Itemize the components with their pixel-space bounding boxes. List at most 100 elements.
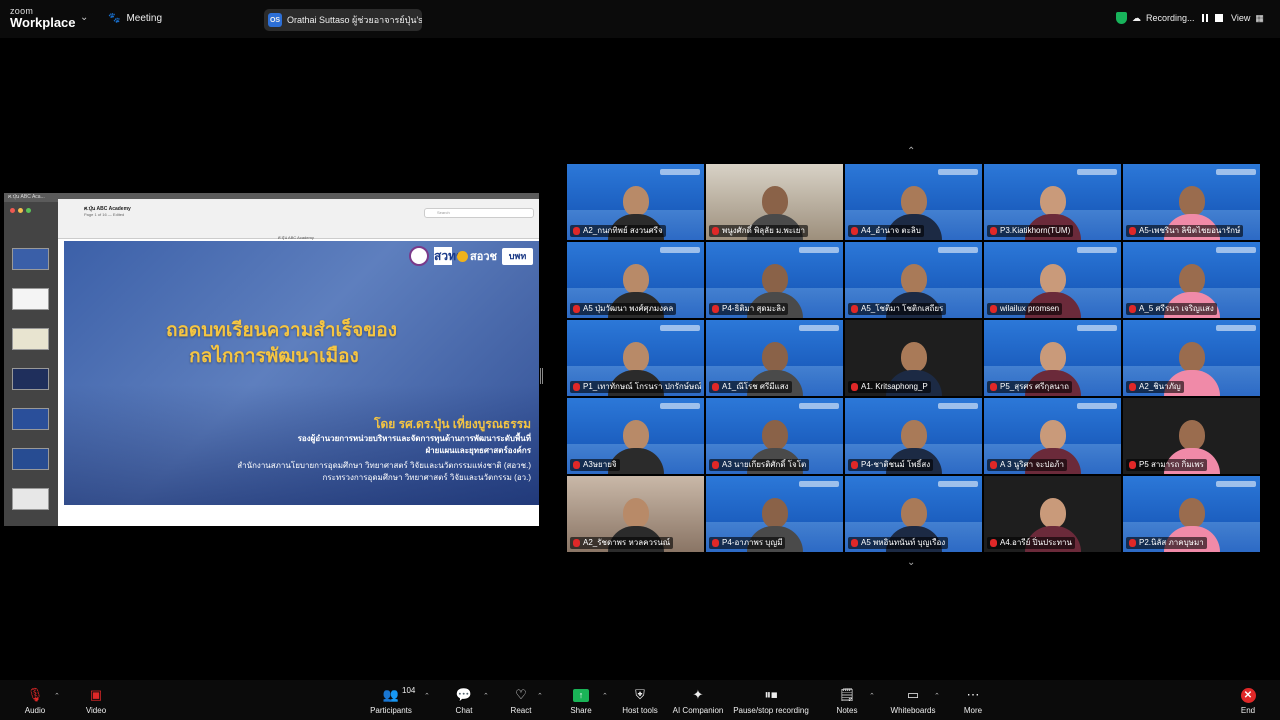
meeting-menu[interactable]: 🐾 Meeting: [108, 13, 162, 24]
cloud-icon: ☁: [1132, 12, 1141, 23]
thumbnail-sidebar: ศ.ปุ่น ABC Aca...: [4, 193, 539, 526]
participant-tile[interactable]: A2_ชินาภัญ: [1123, 320, 1260, 396]
mic-muted-icon: [1129, 539, 1136, 547]
participant-tile[interactable]: wilailux promsen: [984, 242, 1121, 318]
participant-tile[interactable]: P4-ชาติชนม์ โพธิ์สง: [845, 398, 982, 474]
participant-name: A5_โชติมา โชติกเสถียร: [848, 303, 947, 315]
end-button[interactable]: ✕ End: [1213, 686, 1280, 715]
chevron-down-icon[interactable]: ⌄: [80, 12, 88, 23]
ai-companion-label: AI Companion: [672, 706, 724, 715]
ai-companion-button[interactable]: ✦ AI Companion: [663, 686, 733, 715]
participant-tile[interactable]: P4-ธิติมา สุดมะลิง: [706, 242, 843, 318]
audio-options-icon[interactable]: ⌃: [54, 692, 60, 700]
viewer-toolbar: ศ.ปุ่น ABC Academy Page 1 of 16 — Edited…: [58, 199, 539, 241]
participant-name: P4-ธิติมา สุดมะลิง: [709, 303, 788, 315]
participant-name: A5 ปุ่มวัฒนา พงศ์ศุภมงคล: [570, 303, 677, 315]
background-logos: [1077, 325, 1117, 331]
participant-tile[interactable]: A1. Kritsaphong_P: [845, 320, 982, 396]
participant-tile[interactable]: P3.Kiatikhorn(TUM): [984, 164, 1121, 240]
participant-name: A5 พหอินทนันท์ บุญเรือง: [848, 537, 949, 549]
shield-icon[interactable]: [1116, 12, 1127, 24]
background-logos: [660, 169, 700, 175]
mic-muted-icon: [990, 539, 997, 547]
participant-name-text: A3ษยายจิ: [583, 460, 617, 469]
mic-muted-icon: [712, 227, 719, 235]
participant-tile[interactable]: A 3 นูริศา จะปอภ้า: [984, 398, 1121, 474]
participant-name-text: P2.นิลัส ภาคบุษมา: [1139, 538, 1204, 547]
participant-tile[interactable]: A_5 ศรีรนา เจริญแสง: [1123, 242, 1260, 318]
page-thumbnail[interactable]: [12, 328, 49, 350]
participant-name: P4-ชาติชนม์ โพธิ์สง: [848, 459, 934, 471]
stop-recording-icon[interactable]: [1214, 14, 1223, 22]
participant-tile[interactable]: P5 สามารถ กิ่มเพร: [1123, 398, 1260, 474]
participant-name: P3.Kiatikhorn(TUM): [987, 225, 1074, 237]
page-thumbnail[interactable]: [12, 488, 49, 510]
participant-name: P1_เทาทักษณ์ โกรนรา ปกรักษ์ษณ์: [570, 381, 701, 393]
participant-tile[interactable]: A2_รัชดาพร หวลควรนณ์: [567, 476, 704, 552]
zoom-logo[interactable]: zoom Workplace: [10, 7, 76, 30]
page-thumbnail[interactable]: [12, 408, 49, 430]
mic-muted-icon: [573, 461, 580, 469]
pause-recording-icon[interactable]: [1200, 13, 1210, 23]
chevron-down-icon[interactable]: ⌄: [907, 557, 915, 568]
more-button[interactable]: ⋯ More: [938, 686, 1008, 715]
slide-logos: สวทช สอวช บพท: [409, 246, 533, 266]
resize-handle[interactable]: [540, 368, 543, 384]
participants-button[interactable]: 👥 Participants: [356, 686, 426, 715]
participant-name: A1_ณีโรช ศรีมีแสง: [709, 381, 792, 393]
participants-label: Participants: [370, 706, 412, 715]
search-input[interactable]: Search: [424, 208, 534, 218]
background-logos: [799, 247, 839, 253]
background-logos: [938, 169, 978, 175]
participant-tile[interactable]: A2_กนกทิพย์ สงวนศรีจ: [567, 164, 704, 240]
page-thumbnail[interactable]: [12, 448, 49, 470]
pause-recording-button[interactable]: ⏸⏹ Pause/stop recording: [729, 686, 813, 715]
participant-tile[interactable]: P2.นิลัส ภาคบุษมา: [1123, 476, 1260, 552]
participant-tile[interactable]: P4-อาภาพร บุญมี: [706, 476, 843, 552]
participant-name: A2_รัชดาพร หวลควรนณ์: [570, 537, 674, 549]
participant-name: พนูงศักดิ์ พิลุลัย ม.พะเยา: [709, 225, 808, 237]
participant-tile[interactable]: พนูงศักดิ์ พิลุลัย ม.พะเยา: [706, 164, 843, 240]
brand-line2: Workplace: [10, 15, 76, 30]
video-button[interactable]: ▣ Video: [61, 686, 131, 715]
chevron-up-icon[interactable]: ⌃: [907, 146, 915, 157]
audio-label: Audio: [24, 706, 46, 715]
participant-tile[interactable]: A3 นายเกียรติศักดิ์ โจโต: [706, 398, 843, 474]
background-logos: [660, 403, 700, 409]
audio-button[interactable]: 🎙 Audio: [0, 686, 70, 715]
participant-tile[interactable]: A5-เพชรินา ลิขิตไชยอนารักษ์: [1123, 164, 1260, 240]
view-button[interactable]: View ▦: [1231, 13, 1264, 24]
video-off-icon: ▣: [89, 687, 103, 702]
participant-name-text: P4-ธิติมา สุดมะลิง: [722, 304, 785, 313]
participant-tile[interactable]: A4.อารีย์ ปิ่นประทาน: [984, 476, 1121, 552]
participant-name: P5 สามารถ กิ่มเพร: [1126, 459, 1207, 471]
page-thumbnail[interactable]: [12, 288, 49, 310]
shared-screen[interactable]: ศ.ปุ่น ABC Aca... ศ.ปุ่น ABC Academy Pag…: [4, 193, 539, 526]
participant-tile[interactable]: A3ษยายจิ: [567, 398, 704, 474]
participant-name-text: A1. Kritsaphong_P: [861, 382, 928, 391]
participant-name-text: A2_กนกทิพย์ สงวนศรีจ: [583, 226, 663, 235]
participant-tile[interactable]: A5_โชติมา โชติกเสถียร: [845, 242, 982, 318]
participant-tile[interactable]: A4_อำนาจ ตะลิบ: [845, 164, 982, 240]
react-options-icon[interactable]: ⌃: [537, 692, 543, 700]
notes-button[interactable]: 🗒 Notes: [812, 686, 882, 715]
notes-options-icon[interactable]: ⌃: [869, 692, 875, 700]
participant-tile[interactable]: P5_สุรศร ศรีกุลนาถ: [984, 320, 1121, 396]
tab-document[interactable]: ศ.ปุ่น ABC Academy: [278, 234, 314, 241]
participant-name: A 3 นูริศา จะปอภ้า: [987, 459, 1067, 471]
participant-name-text: P4-อาภาพร บุญมี: [722, 538, 783, 547]
participant-name-text: A 3 นูริศา จะปอภ้า: [1000, 460, 1064, 469]
participant-tile[interactable]: A1_ณีโรช ศรีมีแสง: [706, 320, 843, 396]
page-thumbnail[interactable]: [12, 368, 49, 390]
participant-name: A_5 ศรีรนา เจริญแสง: [1126, 303, 1217, 315]
participant-name-text: P4-ชาติชนม์ โพธิ์สง: [861, 460, 931, 469]
page-thumbnail[interactable]: [12, 248, 49, 270]
participant-tile[interactable]: A5 ปุ่มวัฒนา พงศ์ศุภมงคล: [567, 242, 704, 318]
participant-tile[interactable]: A5 พหอินทนันท์ บุญเรือง: [845, 476, 982, 552]
participant-name-text: A_5 ศรีรนา เจริญแสง: [1139, 304, 1214, 313]
participant-name: A4.อารีย์ ปิ่นประทาน: [987, 537, 1075, 549]
video-label: Video: [85, 706, 107, 715]
participant-name-text: A5 ปุ่มวัฒนา พงศ์ศุภมงคล: [583, 304, 674, 313]
participant-tile[interactable]: P1_เทาทักษณ์ โกรนรา ปกรักษ์ษณ์: [567, 320, 704, 396]
speaker-pill[interactable]: OS Orathai Suttaso ผู้ช่วยอาจารย์ปุ่น's …: [264, 9, 422, 31]
